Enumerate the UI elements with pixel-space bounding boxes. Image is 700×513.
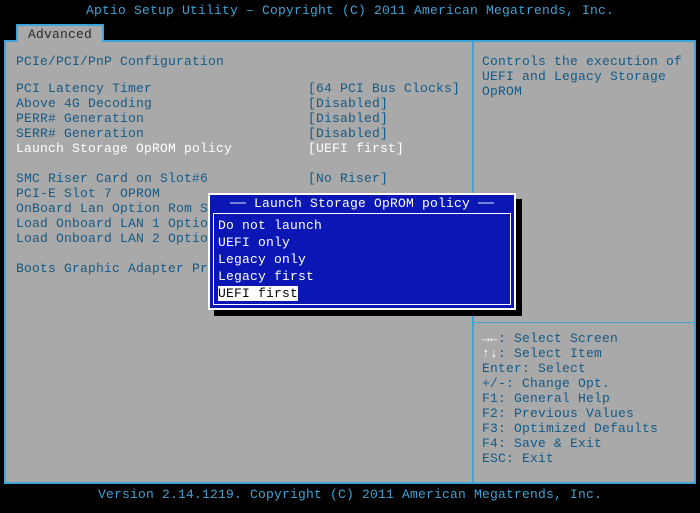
setting-row[interactable]: PERR# Generation [Disabled]: [16, 111, 464, 126]
popup-item[interactable]: Legacy first: [210, 268, 514, 285]
help-key-line: Enter: Select: [482, 361, 686, 376]
tab-advanced[interactable]: Advanced: [16, 24, 104, 42]
setting-value: [No Riser]: [308, 171, 388, 186]
popup-item-selected[interactable]: UEFI first: [210, 285, 514, 302]
setting-value: [Disabled]: [308, 96, 388, 111]
title-bar: Aptio Setup Utility – Copyright (C) 2011…: [0, 0, 700, 24]
help-key-line: F3: Optimized Defaults: [482, 421, 686, 436]
popup-title: ── Launch Storage OpROM policy ──: [210, 195, 514, 217]
setting-row-selected[interactable]: Launch Storage OpROM policy [UEFI first]: [16, 141, 464, 156]
help-key-line: →←──: Select Screen: Select Screen: [482, 331, 686, 346]
popup-item[interactable]: Legacy only: [210, 251, 514, 268]
setting-label: SERR# Generation: [16, 126, 308, 141]
help-key-line: ↑↓: Select Item: [482, 346, 686, 361]
help-key-line: F2: Previous Values: [482, 406, 686, 421]
setting-row[interactable]: SMC Riser Card on Slot#6 [No Riser]: [16, 171, 464, 186]
setting-value: [UEFI first]: [308, 141, 404, 156]
setting-row[interactable]: PCI Latency Timer [64 PCI Bus Clocks]: [16, 81, 464, 96]
setting-row[interactable]: Above 4G Decoding [Disabled]: [16, 96, 464, 111]
setting-label: PERR# Generation: [16, 111, 308, 126]
section-title: PCIe/PCI/PnP Configuration: [16, 54, 464, 69]
popup-item[interactable]: UEFI only: [210, 234, 514, 251]
help-key-line: +/-: Change Opt.: [482, 376, 686, 391]
bios-screen: Aptio Setup Utility – Copyright (C) 2011…: [0, 0, 700, 513]
setting-label: Launch Storage OpROM policy: [16, 141, 308, 156]
setting-value: [Disabled]: [308, 126, 388, 141]
setting-label: Above 4G Decoding: [16, 96, 308, 111]
setting-label: SMC Riser Card on Slot#6: [16, 171, 308, 186]
footer: Version 2.14.1219. Copyright (C) 2011 Am…: [0, 484, 700, 509]
setting-row[interactable]: SERR# Generation [Disabled]: [16, 126, 464, 141]
help-key-line: F1: General Help: [482, 391, 686, 406]
setting-label: PCI Latency Timer: [16, 81, 308, 96]
setting-value: [64 PCI Bus Clocks]: [308, 81, 460, 96]
help-keys: →←──: Select Screen: Select Screen ↑↓: S…: [482, 322, 686, 466]
help-key-line: F4: Save & Exit: [482, 436, 686, 451]
popup-item[interactable]: Do not launch: [210, 217, 514, 234]
help-text: Controls the execution of UEFI and Legac…: [482, 54, 686, 99]
tabs-row: Advanced: [0, 24, 700, 42]
setting-value: [Disabled]: [308, 111, 388, 126]
option-popup: ── Launch Storage OpROM policy ── Do not…: [208, 193, 516, 310]
help-key-line: ESC: Exit: [482, 451, 686, 466]
spacer: [16, 156, 464, 171]
